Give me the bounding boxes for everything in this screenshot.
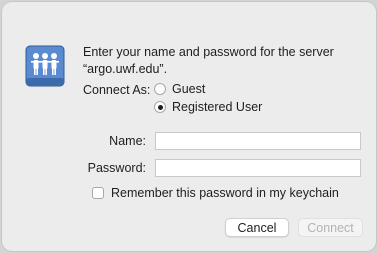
guest-radio-label: Guest — [172, 82, 206, 96]
connect-button[interactable]: Connect — [298, 218, 363, 237]
prompt-line-2: “argo.uwf.edu”. — [83, 62, 168, 76]
guest-radio-button[interactable] — [154, 83, 166, 95]
remember-password-option[interactable]: Remember this password in my keychain — [92, 186, 339, 200]
connect-to-server-dialog: Enter your name and password for the ser… — [2, 2, 376, 251]
shared-server-icon — [25, 45, 65, 87]
remember-password-label: Remember this password in my keychain — [111, 186, 339, 200]
registered-user-radio-option[interactable]: Registered User — [154, 99, 262, 115]
server-prompt: Enter your name and password for the ser… — [83, 44, 363, 78]
name-field[interactable] — [155, 132, 361, 150]
guest-radio-option[interactable]: Guest — [154, 81, 205, 97]
registered-user-radio-button[interactable] — [154, 101, 166, 113]
remember-password-checkbox[interactable] — [92, 187, 104, 199]
name-label: Name: — [109, 134, 146, 148]
password-field[interactable] — [155, 159, 361, 177]
password-label: Password: — [87, 161, 146, 175]
registered-user-radio-label: Registered User — [172, 100, 263, 114]
prompt-line-1: Enter your name and password for the ser… — [83, 45, 334, 59]
cancel-button[interactable]: Cancel — [225, 218, 289, 237]
connect-as-label: Connect As: — [83, 83, 151, 97]
